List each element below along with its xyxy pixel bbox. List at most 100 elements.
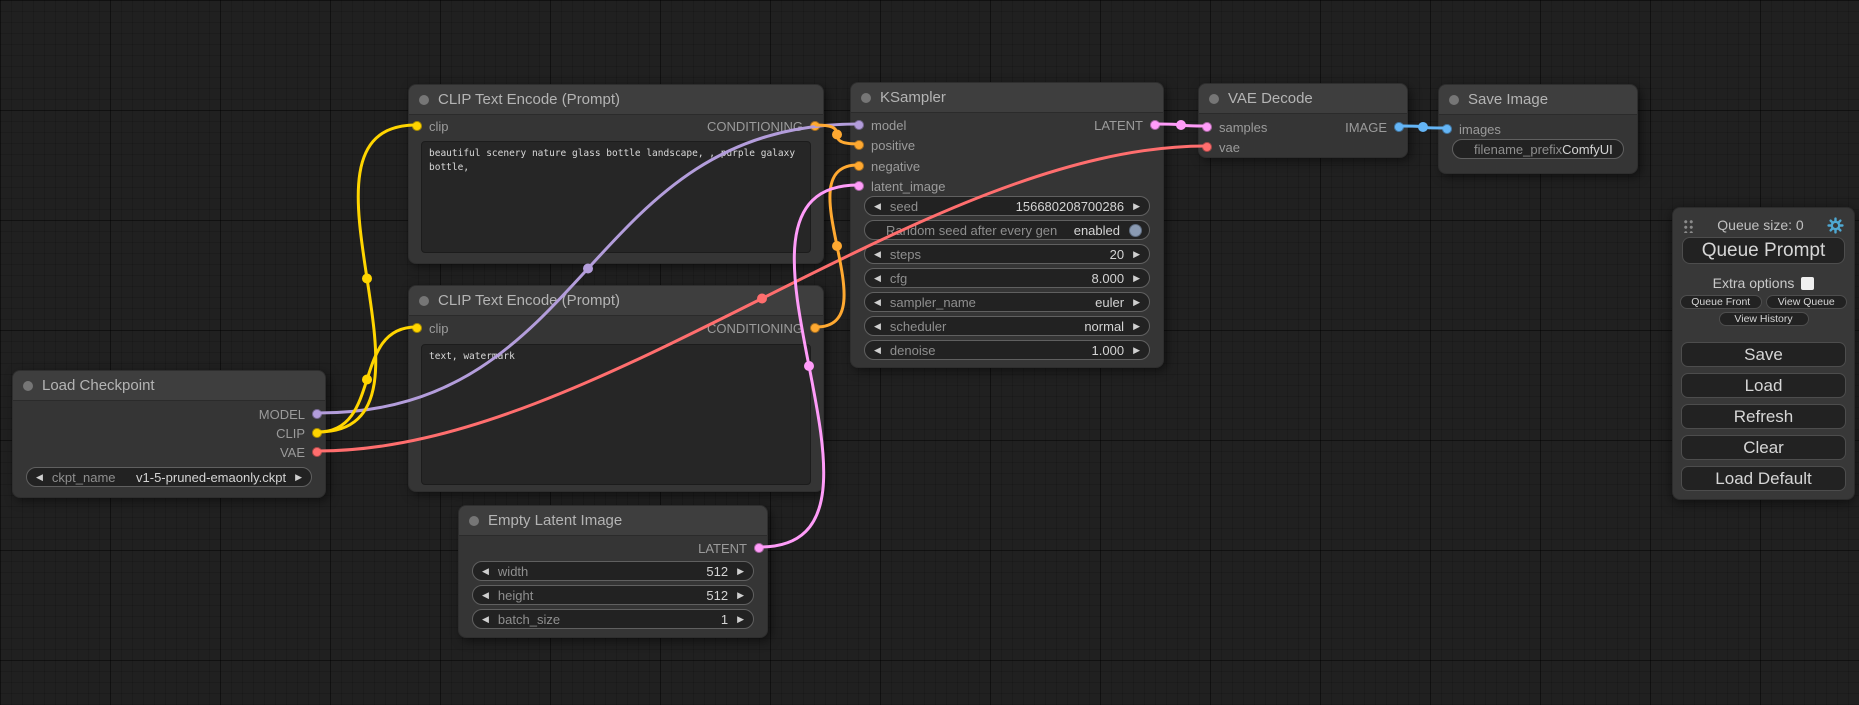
widget-seed[interactable]: ◀seed156680208700286▶ bbox=[864, 196, 1150, 216]
output-slot-IMAGE[interactable]: IMAGE bbox=[1345, 118, 1404, 136]
node-ksampler[interactable]: KSamplermodelpositivenegativelatent_imag… bbox=[850, 82, 1164, 368]
collapse-dot-icon[interactable] bbox=[23, 381, 33, 391]
increment-arrow-icon[interactable]: ▶ bbox=[1133, 322, 1140, 331]
decrement-arrow-icon[interactable]: ◀ bbox=[874, 202, 881, 211]
widget-width[interactable]: ◀width512▶ bbox=[472, 561, 754, 581]
node-canvas[interactable]: Queue size: 0 Queue Prompt Extra options bbox=[0, 0, 1859, 705]
view-queue-button[interactable]: View Queue bbox=[1766, 295, 1848, 309]
decrement-arrow-icon[interactable]: ◀ bbox=[874, 250, 881, 259]
widget-scheduler[interactable]: ◀schedulernormal▶ bbox=[864, 316, 1150, 336]
clip-input-dot-icon[interactable] bbox=[412, 323, 422, 333]
widget-filename_prefix[interactable]: filename_prefixComfyUI bbox=[1452, 139, 1624, 159]
samples-input-dot-icon[interactable] bbox=[1202, 122, 1212, 132]
settings-gear-icon[interactable] bbox=[1827, 217, 1844, 234]
node-clip-text-encode-positive[interactable]: CLIP Text Encode (Prompt)clipCONDITIONIN… bbox=[408, 84, 824, 264]
link-midpoint-dot-icon bbox=[362, 375, 372, 385]
load-default-button[interactable]: Load Default bbox=[1681, 466, 1846, 491]
decrement-arrow-icon[interactable]: ◀ bbox=[482, 591, 489, 600]
output-slot-CONDITIONING[interactable]: CONDITIONING bbox=[707, 319, 820, 337]
increment-arrow-icon[interactable]: ▶ bbox=[1133, 202, 1140, 211]
load-button[interactable]: Load bbox=[1681, 373, 1846, 398]
widget-height[interactable]: ◀height512▶ bbox=[472, 585, 754, 605]
input-slot-model[interactable]: model bbox=[854, 116, 906, 134]
decrement-arrow-icon[interactable]: ◀ bbox=[874, 322, 881, 331]
clip-input-dot-icon[interactable] bbox=[412, 121, 422, 131]
decrement-arrow-icon[interactable]: ◀ bbox=[482, 615, 489, 624]
increment-arrow-icon[interactable]: ▶ bbox=[737, 567, 744, 576]
view-history-button[interactable]: View History bbox=[1719, 312, 1809, 326]
increment-arrow-icon[interactable]: ▶ bbox=[1133, 250, 1140, 259]
node-empty-latent-image[interactable]: Empty Latent ImageLATENT◀width512▶◀heigh… bbox=[458, 505, 768, 638]
decrement-arrow-icon[interactable]: ◀ bbox=[874, 274, 881, 283]
positive-input-dot-icon[interactable] bbox=[854, 140, 864, 150]
vae-input-dot-icon[interactable] bbox=[1202, 142, 1212, 152]
node-clip-text-encode-negative[interactable]: CLIP Text Encode (Prompt)clipCONDITIONIN… bbox=[408, 285, 824, 492]
input-slot-vae[interactable]: vae bbox=[1202, 138, 1240, 156]
node-save-image[interactable]: Save Imageimagesfilename_prefixComfyUI bbox=[1438, 84, 1638, 174]
input-slot-negative[interactable]: negative bbox=[854, 157, 920, 175]
collapse-dot-icon[interactable] bbox=[861, 93, 871, 103]
output-slot-VAE[interactable]: VAE bbox=[280, 443, 322, 461]
CONDITIONING-output-dot-icon[interactable] bbox=[810, 323, 820, 333]
LATENT-output-dot-icon[interactable] bbox=[754, 543, 764, 553]
prompt-textarea[interactable]: beautiful scenery nature glass bottle la… bbox=[421, 141, 811, 253]
MODEL-output-dot-icon[interactable] bbox=[312, 409, 322, 419]
extra-options-checkbox[interactable] bbox=[1801, 277, 1814, 290]
queue-front-button[interactable]: Queue Front bbox=[1680, 295, 1762, 309]
collapse-dot-icon[interactable] bbox=[1449, 95, 1459, 105]
increment-arrow-icon[interactable]: ▶ bbox=[1133, 274, 1140, 283]
output-slot-LATENT[interactable]: LATENT bbox=[698, 539, 764, 557]
slot-label: positive bbox=[871, 138, 915, 153]
link-CLIP bbox=[318, 327, 416, 432]
output-slot-CONDITIONING[interactable]: CONDITIONING bbox=[707, 117, 820, 135]
input-slot-clip[interactable]: clip bbox=[412, 319, 449, 337]
increment-arrow-icon[interactable]: ▶ bbox=[1133, 298, 1140, 307]
input-slot-positive[interactable]: positive bbox=[854, 136, 915, 154]
decrement-arrow-icon[interactable]: ◀ bbox=[874, 298, 881, 307]
negative-input-dot-icon[interactable] bbox=[854, 161, 864, 171]
output-slot-MODEL[interactable]: MODEL bbox=[259, 405, 322, 423]
widget-ckpt_name[interactable]: ◀ckpt_namev1-5-pruned-emaonly.ckpt▶ bbox=[26, 467, 312, 487]
input-slot-clip[interactable]: clip bbox=[412, 117, 449, 135]
widget-sampler_name[interactable]: ◀sampler_nameeuler▶ bbox=[864, 292, 1150, 312]
clear-button[interactable]: Clear bbox=[1681, 435, 1846, 460]
images-input-dot-icon[interactable] bbox=[1442, 124, 1452, 134]
input-slot-samples[interactable]: samples bbox=[1202, 118, 1267, 136]
input-slot-latent_image[interactable]: latent_image bbox=[854, 177, 945, 195]
VAE-output-dot-icon[interactable] bbox=[312, 447, 322, 457]
decrement-arrow-icon[interactable]: ◀ bbox=[874, 346, 881, 355]
decrement-arrow-icon[interactable]: ◀ bbox=[482, 567, 489, 576]
increment-arrow-icon[interactable]: ▶ bbox=[1133, 346, 1140, 355]
widget-value: normal bbox=[1084, 319, 1124, 334]
increment-arrow-icon[interactable]: ▶ bbox=[737, 591, 744, 600]
output-slot-LATENT[interactable]: LATENT bbox=[1094, 116, 1160, 134]
decrement-arrow-icon[interactable]: ◀ bbox=[36, 473, 43, 482]
save-button[interactable]: Save bbox=[1681, 342, 1846, 367]
toggle-dot-icon[interactable] bbox=[1129, 224, 1142, 237]
model-input-dot-icon[interactable] bbox=[854, 120, 864, 130]
prompt-textarea[interactable]: text, watermark bbox=[421, 344, 811, 485]
increment-arrow-icon[interactable]: ▶ bbox=[737, 615, 744, 624]
widget-batch_size[interactable]: ◀batch_size1▶ bbox=[472, 609, 754, 629]
node-vae-decode[interactable]: VAE DecodesamplesvaeIMAGE bbox=[1198, 83, 1408, 158]
collapse-dot-icon[interactable] bbox=[419, 296, 429, 306]
IMAGE-output-dot-icon[interactable] bbox=[1394, 122, 1404, 132]
refresh-button[interactable]: Refresh bbox=[1681, 404, 1846, 429]
input-slot-images[interactable]: images bbox=[1442, 120, 1501, 138]
widget-steps[interactable]: ◀steps20▶ bbox=[864, 244, 1150, 264]
widget-Random seed after every gen[interactable]: Random seed after every genenabled bbox=[864, 220, 1150, 240]
collapse-dot-icon[interactable] bbox=[419, 95, 429, 105]
queue-prompt-button[interactable]: Queue Prompt bbox=[1682, 237, 1845, 264]
latent_image-input-dot-icon[interactable] bbox=[854, 181, 864, 191]
widget-denoise[interactable]: ◀denoise1.000▶ bbox=[864, 340, 1150, 360]
output-slot-CLIP[interactable]: CLIP bbox=[276, 424, 322, 442]
LATENT-output-dot-icon[interactable] bbox=[1150, 120, 1160, 130]
CLIP-output-dot-icon[interactable] bbox=[312, 428, 322, 438]
widget-cfg[interactable]: ◀cfg8.000▶ bbox=[864, 268, 1150, 288]
increment-arrow-icon[interactable]: ▶ bbox=[295, 473, 302, 482]
collapse-dot-icon[interactable] bbox=[1209, 94, 1219, 104]
node-load-checkpoint[interactable]: Load CheckpointMODELCLIPVAE◀ckpt_namev1-… bbox=[12, 370, 326, 498]
CONDITIONING-output-dot-icon[interactable] bbox=[810, 121, 820, 131]
collapse-dot-icon[interactable] bbox=[469, 516, 479, 526]
drag-handle-icon[interactable] bbox=[1683, 218, 1694, 233]
